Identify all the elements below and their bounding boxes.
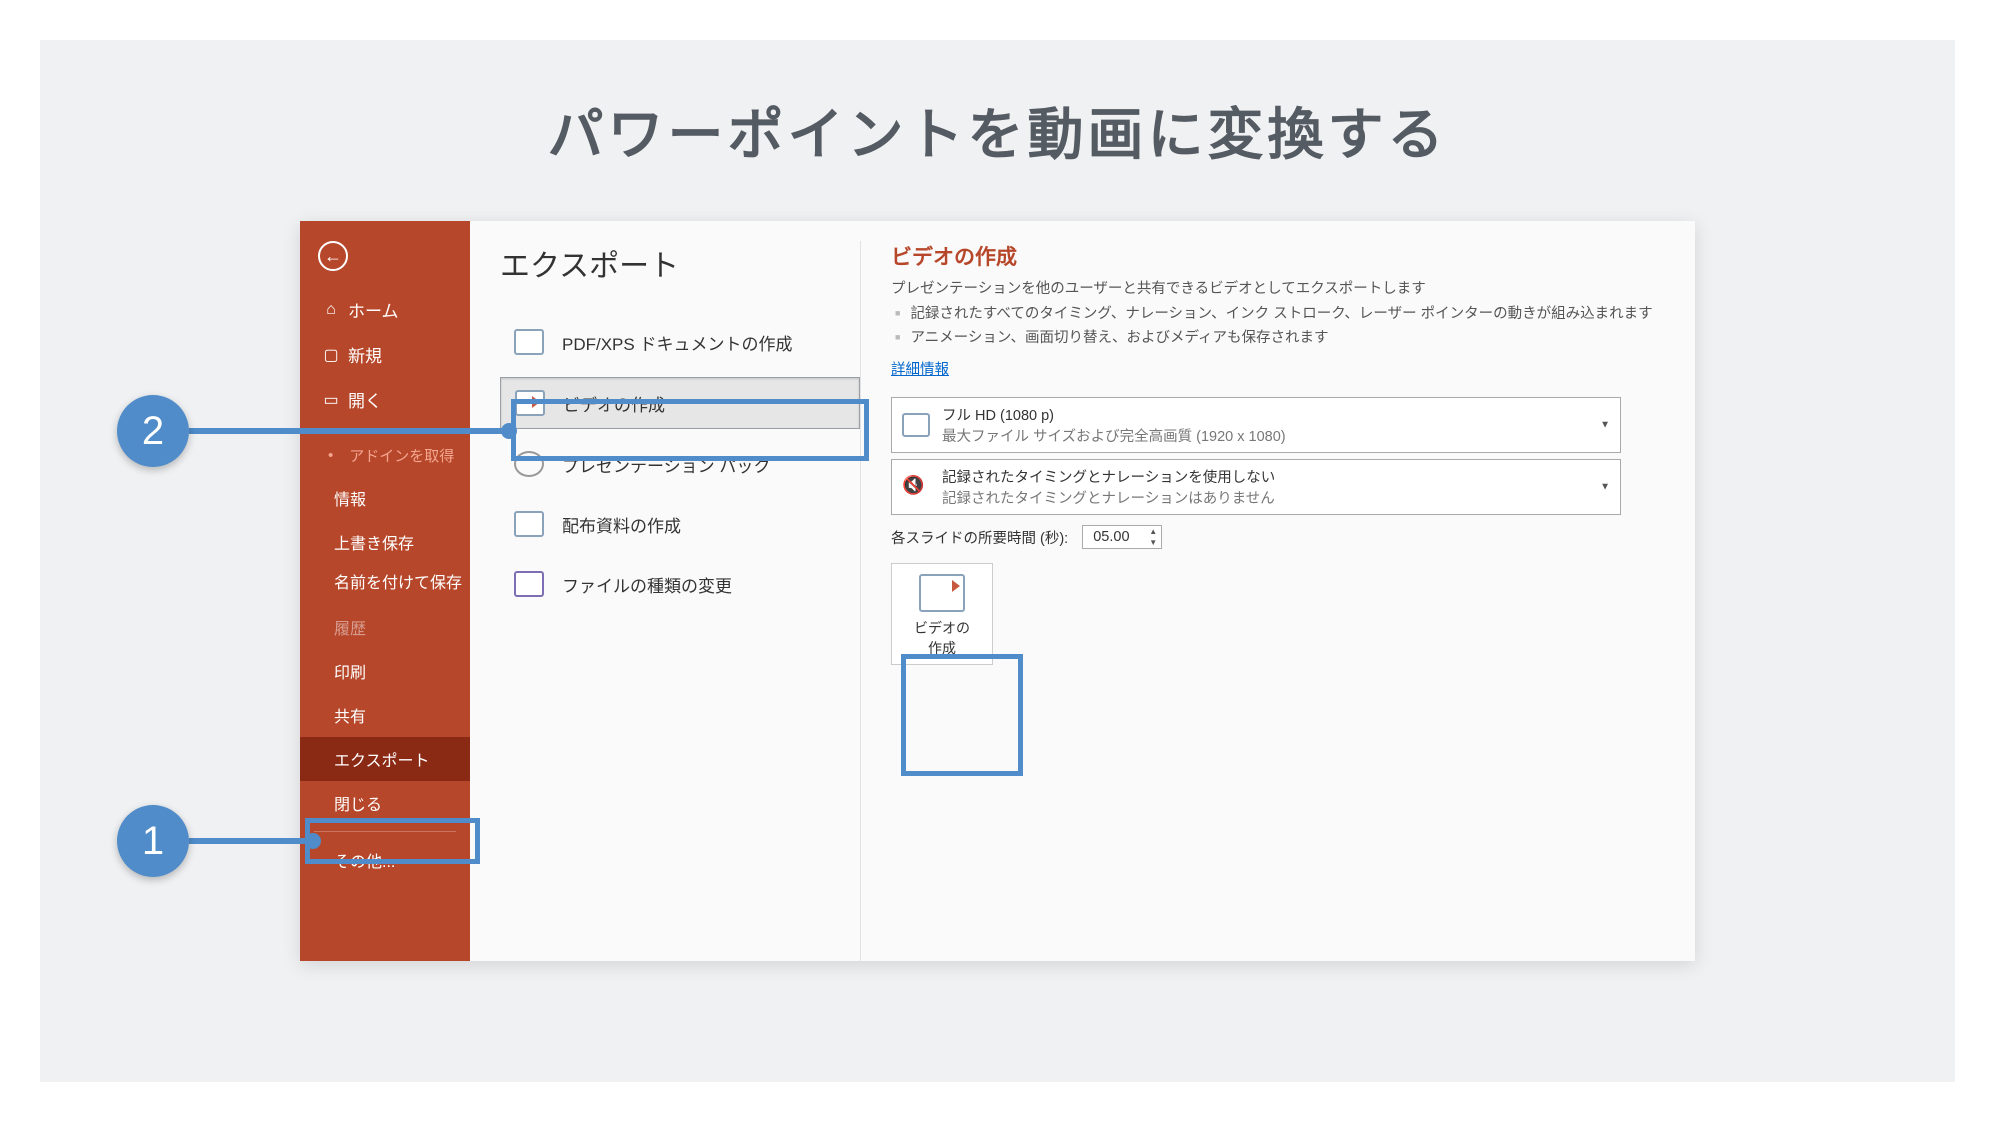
- spinner-down-icon[interactable]: ▼: [1149, 538, 1157, 547]
- export-handout-label: 配布資料の作成: [562, 512, 681, 537]
- timing-label: 各スライドの所要時間 (秒):: [891, 527, 1068, 548]
- nav-close-label: 閉じる: [334, 791, 382, 815]
- nav-share[interactable]: 共有: [300, 693, 470, 737]
- nav-saveas-label: 名前を付けて保存: [334, 574, 462, 595]
- detail-bullet-2: アニメーション、画面切り替え、およびメディアも保存されます: [895, 326, 1665, 347]
- change-filetype-icon: [514, 571, 544, 597]
- nav-save-label: 上書き保存: [334, 530, 414, 554]
- nav-history-label: 履歴: [334, 615, 366, 639]
- detail-title: ビデオの作成: [891, 241, 1665, 271]
- nav-close[interactable]: 閉じる: [300, 781, 470, 825]
- create-video-label-1: ビデオの: [914, 618, 970, 638]
- nav-info-label: 情報: [334, 486, 366, 510]
- create-video-label-2: 作成: [928, 638, 956, 658]
- nav-print[interactable]: 印刷: [300, 649, 470, 693]
- narration-line2: 記録されたタイミングとナレーションはありません: [942, 487, 1275, 508]
- callout-line-1: [189, 838, 313, 844]
- export-option-pdf[interactable]: PDF/XPS ドキュメントの作成: [500, 317, 860, 367]
- nav-info[interactable]: 情報: [300, 476, 470, 520]
- backstage-sidebar: ← ⌂ ホーム ▢ 新規 ▭ 開く アドインを取得 情報 上書き保存 名前を付けて保存…: [300, 221, 470, 961]
- create-video-icon: [919, 574, 965, 612]
- pdf-icon: [514, 329, 544, 355]
- slide-title: パワーポイントを動画に変換する: [40, 90, 1955, 171]
- nav-home-label: ホーム: [348, 297, 399, 322]
- chevron-down-icon: ▼: [1600, 482, 1610, 493]
- export-option-handouts[interactable]: 配布資料の作成: [500, 499, 860, 549]
- nav-save[interactable]: 上書き保存: [300, 520, 470, 564]
- nav-open[interactable]: ▭ 開く: [300, 377, 470, 422]
- callout-dot-2: [501, 423, 517, 439]
- detail-more-link[interactable]: 詳細情報: [891, 358, 949, 379]
- callout-badge-2: 2: [117, 395, 189, 467]
- export-pdf-label: PDF/XPS ドキュメントの作成: [562, 330, 792, 355]
- new-icon: ▢: [322, 345, 340, 365]
- disc-icon: [514, 451, 544, 477]
- export-options-column: エクスポート PDF/XPS ドキュメントの作成 ビデオの作成 プレゼンテーショ…: [500, 241, 860, 961]
- spinner-up-icon[interactable]: ▲: [1149, 527, 1157, 536]
- export-pack-label: プレゼンテーション パック: [562, 452, 770, 477]
- detail-description: プレゼンテーションを他のユーザーと共有できるビデオとしてエクスポートします: [891, 277, 1665, 298]
- nav-share-label: 共有: [334, 703, 366, 727]
- quality-line1: フル HD (1080 p): [942, 404, 1286, 425]
- nav-new[interactable]: ▢ 新規: [300, 332, 470, 377]
- nav-other-label: その他...: [334, 848, 395, 872]
- callout-dot-1: [305, 833, 321, 849]
- nav-addins[interactable]: アドインを取得: [300, 435, 470, 476]
- hd-icon: [902, 413, 930, 437]
- detail-bullet-1: 記録されたすべてのタイミング、ナレーション、インク ストローク、レーザー ポイン…: [895, 302, 1665, 323]
- back-arrow-icon[interactable]: ←: [318, 241, 348, 271]
- chevron-down-icon: ▼: [1600, 420, 1610, 431]
- nav-print-label: 印刷: [334, 659, 366, 683]
- create-video-button[interactable]: ビデオの 作成: [891, 563, 993, 665]
- open-icon: ▭: [322, 390, 340, 410]
- nav-addins-label: アドインを取得: [349, 445, 454, 466]
- video-icon: [515, 390, 545, 416]
- nav-other[interactable]: その他...: [300, 838, 470, 882]
- nav-new-label: 新規: [348, 342, 382, 367]
- home-icon: ⌂: [322, 301, 340, 319]
- nav-export[interactable]: エクスポート: [300, 737, 470, 781]
- narration-dropdown[interactable]: 記録されたタイミングとナレーションを使用しない 記録されたタイミングとナレーショ…: [891, 459, 1621, 515]
- export-option-filetype[interactable]: ファイルの種類の変更: [500, 559, 860, 609]
- video-quality-dropdown[interactable]: フル HD (1080 p) 最大ファイル サイズおよび完全高画質 (1920 …: [891, 397, 1621, 453]
- narration-line1: 記録されたタイミングとナレーションを使用しない: [942, 466, 1275, 487]
- export-heading: エクスポート: [500, 241, 860, 285]
- quality-line2: 最大ファイル サイズおよび完全高画質 (1920 x 1080): [942, 425, 1286, 446]
- handout-icon: [514, 511, 544, 537]
- nav-open-label: 開く: [348, 387, 382, 412]
- video-detail-panel: ビデオの作成 プレゼンテーションを他のユーザーと共有できるビデオとしてエクスポー…: [860, 241, 1695, 961]
- export-option-package[interactable]: プレゼンテーション パック: [500, 439, 860, 489]
- export-video-label: ビデオの作成: [563, 391, 665, 416]
- export-filetype-label: ファイルの種類の変更: [562, 572, 732, 597]
- export-option-video[interactable]: ビデオの作成: [500, 377, 860, 429]
- nav-export-label: エクスポート: [334, 747, 430, 771]
- no-narration-icon: [902, 475, 930, 499]
- nav-history: 履歴: [300, 605, 470, 649]
- nav-home[interactable]: ⌂ ホーム: [300, 287, 470, 332]
- callout-badge-1: 1: [117, 805, 189, 877]
- callout-line-2: [189, 428, 509, 434]
- timing-value: 05.00: [1093, 529, 1129, 545]
- timing-spinner[interactable]: 05.00 ▲ ▼: [1082, 525, 1162, 549]
- powerpoint-backstage-window: ← ⌂ ホーム ▢ 新規 ▭ 開く アドインを取得 情報 上書き保存 名前を付けて保存…: [300, 221, 1695, 961]
- nav-saveas[interactable]: 名前を付けて保存: [300, 564, 470, 605]
